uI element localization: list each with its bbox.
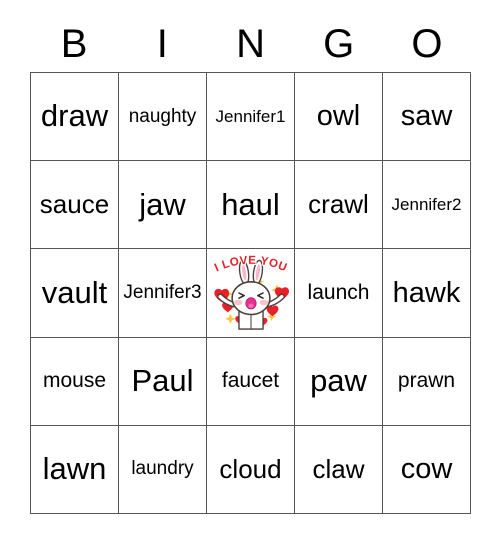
bingo-cell[interactable]: paw	[295, 337, 383, 426]
bingo-cell-label: vault	[41, 274, 108, 310]
bingo-cell[interactable]: cloud	[207, 425, 295, 514]
bunny-sticker-graphic: I LOVE YOU	[211, 253, 289, 330]
bingo-cell-label: naughty	[128, 105, 197, 127]
bingo-cell-label: Paul	[131, 362, 194, 398]
bingo-cell-label: haul	[221, 186, 280, 222]
bingo-cell[interactable]: draw	[31, 73, 119, 162]
bingo-cell[interactable]: naughty	[119, 73, 207, 162]
header-letter-g: G	[323, 22, 355, 66]
bingo-cell[interactable]: launch	[295, 249, 383, 338]
bingo-cell[interactable]: haul	[207, 161, 295, 250]
bingo-cell-label: saw	[400, 100, 453, 133]
header-letter-b: B	[60, 22, 88, 66]
bingo-cell[interactable]: faucet	[207, 337, 295, 426]
bingo-cell[interactable]: vault	[31, 249, 119, 338]
bingo-cell-label: cow	[400, 453, 453, 486]
bingo-cell[interactable]: lawn	[31, 425, 119, 514]
i-love-you-bunny-sticker: I LOVE YOU	[207, 249, 294, 336]
bingo-cell[interactable]: sauce	[31, 161, 119, 250]
bingo-cell[interactable]: cow	[383, 425, 471, 514]
bingo-cell[interactable]: prawn	[383, 337, 471, 426]
bingo-cell[interactable]: laundry	[119, 425, 207, 514]
bingo-cell-label: prawn	[397, 369, 456, 393]
bingo-cell-label: paw	[310, 362, 367, 398]
bingo-cell-label: hawk	[392, 276, 461, 309]
bingo-cell-label: sauce	[39, 189, 110, 220]
bingo-cell[interactable]: crawl	[295, 161, 383, 250]
bingo-cell[interactable]: Paul	[119, 337, 207, 426]
header-letter-n: N	[236, 22, 265, 66]
bingo-card: B I N G O draw naughty Jennifer1 owl saw…	[0, 0, 500, 544]
bingo-cell-label: Jennifer2	[391, 194, 462, 214]
bingo-cell[interactable]: Jennifer3	[119, 249, 207, 338]
bingo-cell-label: owl	[316, 100, 361, 133]
bingo-cell[interactable]: Jennifer2	[383, 161, 471, 250]
bingo-grid: draw naughty Jennifer1 owl saw sauce jaw…	[30, 72, 471, 514]
bingo-cell-label: Jennifer3	[123, 282, 202, 304]
bingo-cell-label: Jennifer1	[215, 106, 286, 126]
bingo-cell-label: jaw	[139, 186, 186, 222]
bunny-cheek-right	[259, 299, 268, 306]
bunny-cheek-left	[233, 299, 242, 306]
bingo-cell-label: lawn	[42, 451, 107, 487]
bingo-cell-label: crawl	[308, 189, 369, 220]
bingo-cell-label: mouse	[42, 369, 107, 393]
bingo-cell[interactable]: mouse	[31, 337, 119, 426]
bingo-cell-label: laundry	[131, 458, 194, 480]
bingo-header: B I N G O	[30, 18, 471, 70]
bingo-cell-label: draw	[40, 98, 109, 134]
bingo-cell-label: faucet	[221, 369, 280, 393]
i-love-you-caption: I LOVE YOU	[212, 254, 289, 275]
header-letter-i: I	[156, 22, 168, 66]
bingo-cell[interactable]: jaw	[119, 161, 207, 250]
bingo-cell-label: launch	[307, 280, 370, 304]
bingo-free-space-cell[interactable]: I LOVE YOU	[207, 249, 295, 338]
bingo-cell[interactable]: Jennifer1	[207, 73, 295, 162]
bingo-cell[interactable]: claw	[295, 425, 383, 514]
bingo-cell[interactable]: saw	[383, 73, 471, 162]
bingo-cell-label: cloud	[219, 453, 282, 484]
bingo-cell-label: claw	[312, 453, 365, 484]
header-letter-o: O	[411, 22, 443, 66]
bingo-cell[interactable]: owl	[295, 73, 383, 162]
bunny-head	[230, 281, 271, 316]
bingo-cell[interactable]: hawk	[383, 249, 471, 338]
